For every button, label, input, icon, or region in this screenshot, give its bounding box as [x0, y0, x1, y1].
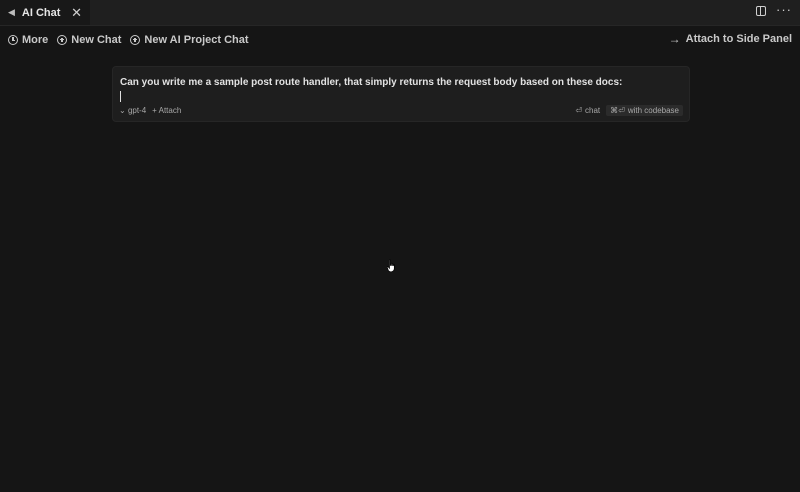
codebase-label: with codebase	[627, 105, 679, 115]
chat-toolbar: More New Chat New AI Project Chat → Atta…	[0, 26, 800, 54]
send-chat-button[interactable]: ⏎ chat	[575, 106, 600, 115]
hand-pointer-icon	[386, 259, 395, 273]
attach-label: Attach	[158, 105, 182, 115]
more-button[interactable]: More	[8, 34, 48, 46]
split-editor-icon[interactable]	[756, 6, 766, 16]
attach-side-label: Attach to Side Panel	[685, 33, 792, 45]
tab-ai-chat[interactable]: ◀ AI Chat ✕	[0, 0, 90, 25]
model-selector[interactable]: ⌄ gpt-4	[119, 106, 146, 115]
new-chat-button[interactable]: New Chat	[57, 34, 121, 46]
ellipsis-icon[interactable]: ···	[776, 3, 792, 16]
chat-input-text[interactable]: Can you write me a sample post route han…	[120, 77, 622, 88]
enter-key-icon: ⏎	[575, 105, 583, 115]
chat-input-box[interactable]: Can you write me a sample post route han…	[112, 66, 690, 122]
plus-circle-icon	[57, 35, 68, 45]
new-project-chat-label: New AI Project Chat	[144, 34, 249, 46]
tab-title: AI Chat	[21, 6, 61, 19]
history-icon	[8, 35, 18, 45]
plus-circle-icon	[130, 35, 141, 45]
chat-label: chat	[585, 105, 601, 115]
close-tab-icon[interactable]: ✕	[71, 5, 82, 21]
send-with-codebase-button[interactable]: ⌘⏎ with codebase	[606, 104, 683, 116]
arrow-right-icon: →	[668, 32, 681, 46]
plus-icon: +	[152, 105, 157, 115]
tabbar-actions: ···	[756, 3, 792, 16]
model-name: gpt-4	[127, 105, 147, 115]
text-caret	[120, 91, 121, 102]
more-label: More	[22, 34, 49, 46]
attach-button[interactable]: + Attach	[152, 106, 181, 115]
tab-bar: ◀ AI Chat ✕ ···	[0, 0, 800, 26]
attach-side-panel-button[interactable]: → Attach to Side Panel	[669, 33, 792, 45]
new-project-chat-button[interactable]: New AI Project Chat	[130, 34, 249, 46]
chevron-down-icon: ⌄	[119, 105, 126, 115]
cmd-enter-key-icon: ⌘⏎	[610, 105, 625, 115]
chat-input-footer: ⌄ gpt-4 + Attach ⏎ chat ⌘⏎ with codebase	[119, 104, 683, 116]
triangle-left-icon: ◀	[8, 7, 15, 17]
new-chat-label: New Chat	[71, 34, 122, 46]
